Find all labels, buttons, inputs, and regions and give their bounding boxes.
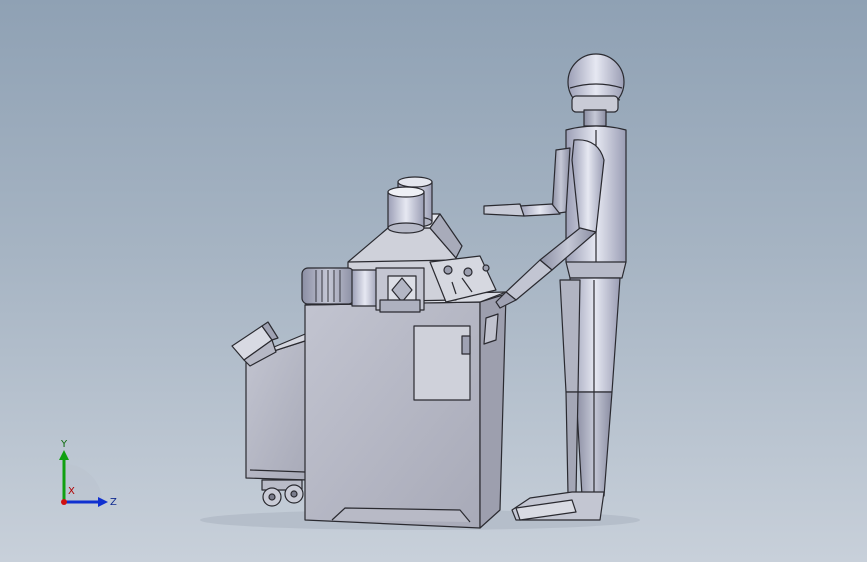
exhaust-cylinders <box>387 176 433 234</box>
figure-head <box>567 53 625 127</box>
model-scene[interactable] <box>0 0 867 562</box>
graphics-viewport[interactable]: Y X Z <box>0 0 867 562</box>
figure-feet <box>511 491 605 521</box>
main-cabinet[interactable] <box>304 291 507 529</box>
machine-assembly[interactable] <box>231 176 507 529</box>
control-knob-icon[interactable] <box>443 265 453 275</box>
orientation-triad: Y X Z <box>59 439 117 508</box>
y-axis-arrow-icon <box>59 450 69 460</box>
human-figure[interactable] <box>483 53 627 521</box>
y-axis-label: Y <box>60 439 68 450</box>
x-axis-label: X <box>68 486 75 497</box>
figure-legs <box>559 277 621 497</box>
control-knob-icon[interactable] <box>463 267 473 277</box>
control-knob-icon[interactable] <box>482 264 490 272</box>
z-axis-arrow-icon <box>98 497 108 507</box>
figure-arm-far <box>483 147 571 217</box>
z-axis-label: Z <box>110 497 117 508</box>
side-tank[interactable] <box>231 321 311 481</box>
x-axis-dot-icon <box>61 499 67 505</box>
